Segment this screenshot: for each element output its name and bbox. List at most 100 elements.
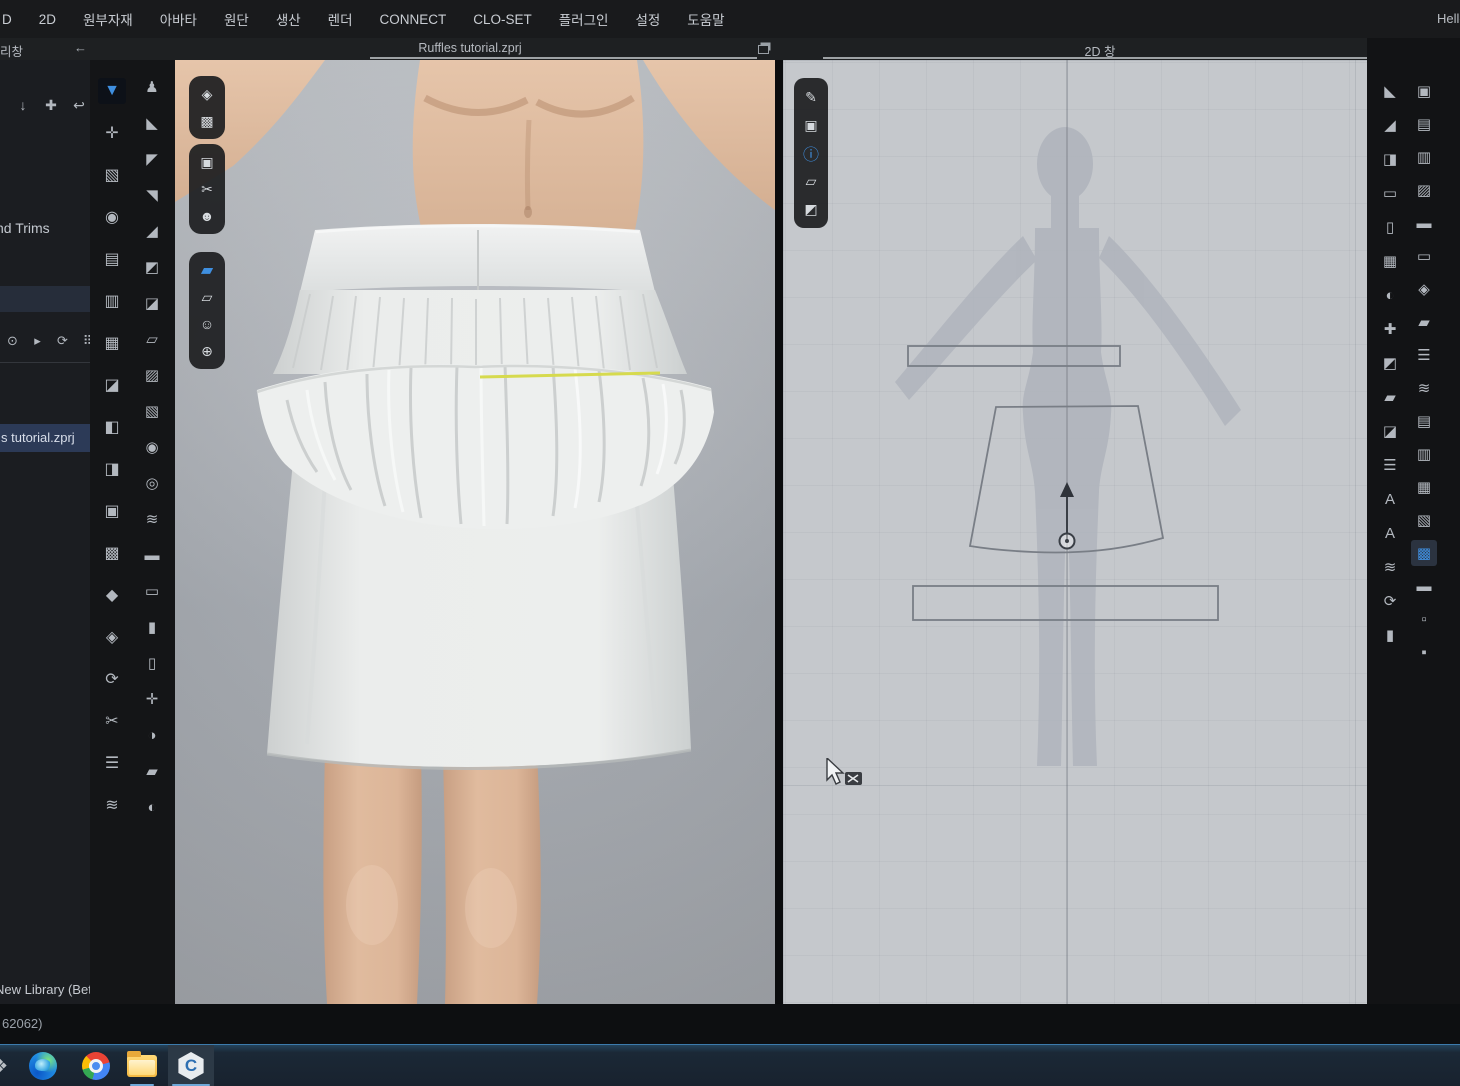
show-ground-button[interactable]: ⊕ bbox=[195, 340, 219, 362]
show-seams-button[interactable]: ✂ bbox=[195, 178, 219, 200]
show-garment-2d-button[interactable]: ▣ bbox=[799, 114, 823, 136]
notch-button[interactable]: ◪ bbox=[1377, 418, 1403, 444]
pattern-annotation-button[interactable]: A bbox=[1377, 520, 1403, 546]
float-3d-window-icon[interactable] bbox=[758, 45, 769, 54]
circle-tool-button[interactable]: ◐ bbox=[1377, 282, 1403, 308]
undo-button[interactable]: ↩ bbox=[70, 96, 88, 114]
search-button[interactable]: ⊙ bbox=[4, 332, 21, 349]
refresh-button[interactable]: ⟳ bbox=[54, 332, 71, 349]
pleat-button[interactable]: ▥ bbox=[1411, 441, 1437, 467]
download-button[interactable]: ↓ bbox=[14, 96, 32, 114]
library-footer-new-library[interactable]: New Library (Beta) bbox=[0, 982, 90, 997]
chrome-browser-icon[interactable] bbox=[82, 1052, 110, 1080]
mesh-quality-1-button[interactable]: ▨ bbox=[138, 362, 166, 388]
basting-button[interactable]: ▮ bbox=[1377, 622, 1403, 648]
add-button[interactable]: ✚ bbox=[42, 96, 60, 114]
garment-tape-button[interactable]: ▰ bbox=[138, 758, 166, 784]
arrangement-1-button[interactable]: ◣ bbox=[138, 110, 166, 136]
menu-item-fabric[interactable]: 원단 bbox=[224, 9, 249, 29]
buttonhole-button[interactable]: ◎ bbox=[138, 470, 166, 496]
print-layout-button[interactable]: ▩ bbox=[1411, 540, 1437, 566]
menu-item-production[interactable]: 생산 bbox=[276, 9, 301, 29]
fold-arrangement-button[interactable]: ◪ bbox=[98, 372, 126, 398]
rectangle-select-button[interactable]: ▧ bbox=[98, 162, 126, 188]
tack-on-avatar-button[interactable]: ◧ bbox=[98, 414, 126, 440]
pinned-app-partial-icon[interactable]: ❖ bbox=[0, 1056, 20, 1084]
mesh-quality-2-button[interactable]: ▧ bbox=[138, 398, 166, 424]
menu-item-plugin[interactable]: 플러그인 bbox=[559, 9, 609, 29]
padding-2-button[interactable]: ▭ bbox=[138, 578, 166, 604]
show-head-button[interactable]: ☺ bbox=[195, 313, 219, 335]
pattern-copy-button[interactable]: ▪ bbox=[1411, 639, 1437, 665]
pattern-info-button[interactable]: ⓘ bbox=[799, 142, 823, 164]
filter-arrow-button[interactable]: ▸ bbox=[29, 332, 46, 349]
pose-tool-button[interactable]: ✛ bbox=[138, 686, 166, 712]
menu-item-closet[interactable]: CLO-SET bbox=[473, 12, 532, 27]
edge-browser-icon[interactable] bbox=[29, 1052, 57, 1080]
library-section-hardware-trims[interactable]: nd Trims bbox=[0, 220, 50, 236]
grading-button[interactable]: ▰ bbox=[1377, 384, 1403, 410]
roll-fabric-1-button[interactable]: ▮ bbox=[138, 614, 166, 640]
zipper-button[interactable]: ≋ bbox=[138, 506, 166, 532]
garment-fold-button[interactable]: ◐ bbox=[138, 794, 166, 820]
menu-item-render[interactable]: 렌더 bbox=[328, 9, 353, 29]
fabric-texture-button[interactable]: ▰ bbox=[195, 259, 219, 281]
menu-item-materials[interactable]: 원부자재 bbox=[83, 9, 133, 29]
menu-item-avatar[interactable]: 아바타 bbox=[160, 9, 197, 29]
shirring-button[interactable]: ≋ bbox=[1377, 554, 1403, 580]
library-highlighted-row[interactable] bbox=[0, 286, 90, 312]
show-avatar-button[interactable]: ☻ bbox=[195, 205, 219, 227]
iron-button[interactable]: ▭ bbox=[1411, 243, 1437, 269]
edit-pattern-pen-button[interactable]: ✎ bbox=[799, 86, 823, 108]
binding-2d-button[interactable]: ▤ bbox=[1411, 408, 1437, 434]
sewing-machine-button[interactable]: ▤ bbox=[98, 246, 126, 272]
fold-pleats-button[interactable]: ▧ bbox=[1411, 507, 1437, 533]
menu-item-connect[interactable]: CONNECT bbox=[380, 12, 447, 27]
arrangement-2-button[interactable]: ◤ bbox=[138, 146, 166, 172]
quilting-button[interactable]: ▬ bbox=[1411, 573, 1437, 599]
menu-item-2d[interactable]: 2D bbox=[39, 12, 56, 27]
simulate-button[interactable]: ▼ bbox=[98, 78, 126, 104]
free-sewing-2d-button[interactable]: ▥ bbox=[1411, 144, 1437, 170]
dart-button[interactable]: ▦ bbox=[1377, 248, 1403, 274]
seam-allowance-button[interactable]: ◩ bbox=[1377, 350, 1403, 376]
transform-pattern-button[interactable]: ◣ bbox=[1377, 78, 1403, 104]
tab-3d-window-title[interactable]: Ruffles tutorial.zprj bbox=[280, 41, 660, 55]
fabric-swatch-button[interactable]: ▱ bbox=[799, 170, 823, 192]
fabric-piece-button[interactable]: ▱ bbox=[195, 286, 219, 308]
fabric-roll-button[interactable]: ▫ bbox=[1411, 606, 1437, 632]
rectangle-button[interactable]: ▯ bbox=[1377, 214, 1403, 240]
viewport-3d[interactable]: ◈▩ ▣✂☻ ▰▱☺⊕ bbox=[175, 60, 775, 1004]
elastic-button[interactable]: ≋ bbox=[1411, 375, 1437, 401]
texture-edit-button[interactable]: ▰ bbox=[1411, 309, 1437, 335]
arrangement-4-button[interactable]: ◢ bbox=[138, 218, 166, 244]
jacket-fit-button[interactable]: ◨ bbox=[98, 456, 126, 482]
vest-fit-button[interactable]: ▣ bbox=[98, 498, 126, 524]
arrangement-3-button[interactable]: ◥ bbox=[138, 182, 166, 208]
show-garment-fit-button[interactable]: ▩ bbox=[195, 110, 219, 132]
sewing-2d-button[interactable]: ▣ bbox=[1411, 78, 1437, 104]
trim-tool-button[interactable]: ◑ bbox=[138, 722, 166, 748]
add-point-button[interactable]: ◨ bbox=[1377, 146, 1403, 172]
edit-curvature-button[interactable]: ◢ bbox=[1377, 112, 1403, 138]
menu-item-3d[interactable]: D bbox=[2, 12, 12, 27]
garment-view-button[interactable]: ◈ bbox=[1411, 276, 1437, 302]
button-button[interactable]: ◉ bbox=[138, 434, 166, 460]
arrangement-5-button[interactable]: ◩ bbox=[138, 254, 166, 280]
show-base-pattern-button[interactable]: ◩ bbox=[799, 198, 823, 220]
grid-view-button[interactable]: ⠿ bbox=[79, 332, 90, 349]
edit-sewing-button[interactable]: ▬ bbox=[1411, 210, 1437, 236]
viewport-divider[interactable] bbox=[775, 60, 783, 1004]
avatar-walk-button[interactable]: ♟ bbox=[138, 74, 166, 100]
rotate-garment-button[interactable]: ⟳ bbox=[98, 666, 126, 692]
file-explorer-icon[interactable] bbox=[127, 1055, 157, 1077]
padding-1-button[interactable]: ▬ bbox=[138, 542, 166, 568]
roll-fabric-2-button[interactable]: ▯ bbox=[138, 650, 166, 676]
arrangement-6-button[interactable]: ◪ bbox=[138, 290, 166, 316]
menu-item-settings[interactable]: 설정 bbox=[635, 9, 660, 29]
free-sewing-button[interactable]: ▦ bbox=[98, 330, 126, 356]
library-collapse-icon[interactable]: ← bbox=[74, 40, 87, 55]
internal-line-button[interactable]: ☰ bbox=[1377, 452, 1403, 478]
trace-button[interactable]: ✚ bbox=[1377, 316, 1403, 342]
polygon-button[interactable]: ▭ bbox=[1377, 180, 1403, 206]
